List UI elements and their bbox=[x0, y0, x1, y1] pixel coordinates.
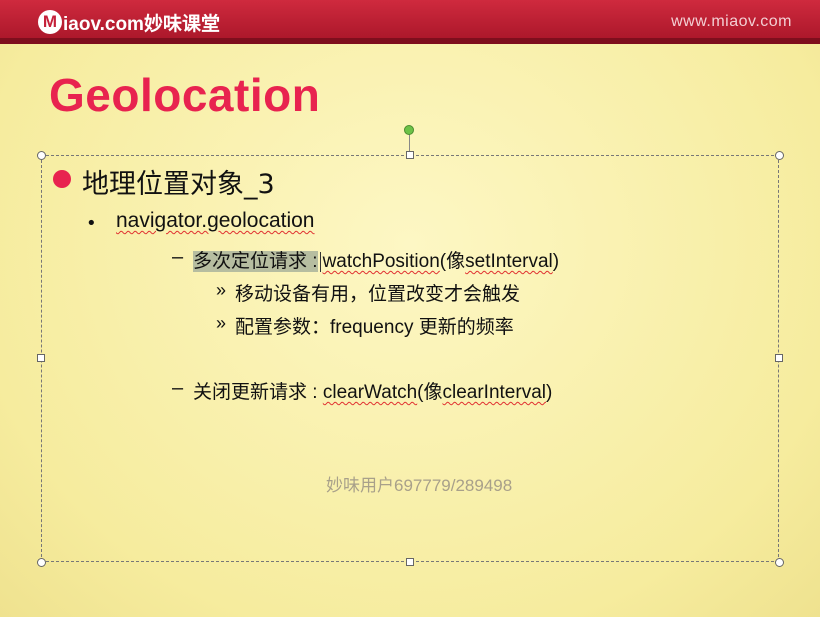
resize-handle-left[interactable] bbox=[37, 354, 45, 362]
paren-close: ) bbox=[552, 251, 560, 272]
watch-position-line[interactable]: 多次定位请求 : watchPosition(像setInterval) bbox=[193, 246, 559, 273]
paren-open-2: (像 bbox=[417, 382, 443, 403]
method-watch-position: watchPosition bbox=[322, 251, 440, 272]
rotation-line bbox=[409, 133, 410, 153]
resize-handle-right[interactable] bbox=[775, 354, 783, 362]
api-name[interactable]: navigator.geolocation bbox=[116, 209, 315, 233]
heading-bullet[interactable]: 地理位置对象_3 bbox=[82, 162, 275, 201]
resize-handle-top-left[interactable] bbox=[37, 151, 46, 160]
clear-label: 关闭更新请求 : bbox=[193, 382, 323, 403]
user-watermark: 妙味用户697779/289498 bbox=[326, 476, 513, 495]
site-url: www.miaov.com bbox=[671, 13, 792, 30]
dot-bullet-icon: • bbox=[86, 213, 97, 234]
miaov-logo[interactable]: M iaov.com妙味课堂 bbox=[38, 8, 220, 36]
analog-clear-interval: clearInterval bbox=[442, 382, 547, 403]
sub-item-1[interactable]: 移动设备有用，位置改变才会触发 bbox=[235, 279, 520, 306]
logo-text: iaov.com妙味课堂 bbox=[63, 13, 220, 35]
sub-item-2[interactable]: 配置参数：frequency 更新的频率 bbox=[235, 312, 514, 339]
text-cursor bbox=[319, 251, 321, 272]
resize-handle-bottom-left[interactable] bbox=[37, 558, 46, 567]
paren-open: (像 bbox=[439, 251, 466, 272]
analog-set-interval: setInterval bbox=[465, 251, 553, 272]
resize-handle-top-right[interactable] bbox=[775, 151, 784, 160]
dash-bullet: – bbox=[172, 246, 184, 268]
sub-bullet-1: » bbox=[216, 280, 227, 300]
selected-text: 多次定位请求 : bbox=[193, 251, 318, 272]
sub-bullet-2: » bbox=[216, 313, 227, 333]
resize-handle-bottom[interactable] bbox=[406, 558, 414, 566]
resize-handle-bottom-right[interactable] bbox=[775, 558, 784, 567]
circle-bullet-icon bbox=[53, 170, 71, 188]
slide-title: Geolocation bbox=[49, 69, 321, 121]
site-header: M iaov.com妙味课堂 www.miaov.com bbox=[0, 0, 820, 44]
rotation-handle[interactable] bbox=[404, 125, 414, 135]
resize-handle-top[interactable] bbox=[406, 151, 414, 159]
dash-bullet-2: – bbox=[172, 377, 184, 399]
logo-mark: M bbox=[38, 10, 62, 34]
paren-close-2: ) bbox=[546, 382, 553, 403]
method-clear-watch: clearWatch bbox=[322, 382, 418, 403]
clear-watch-line[interactable]: 关闭更新请求 : clearWatch(像clearInterval) bbox=[193, 377, 552, 404]
